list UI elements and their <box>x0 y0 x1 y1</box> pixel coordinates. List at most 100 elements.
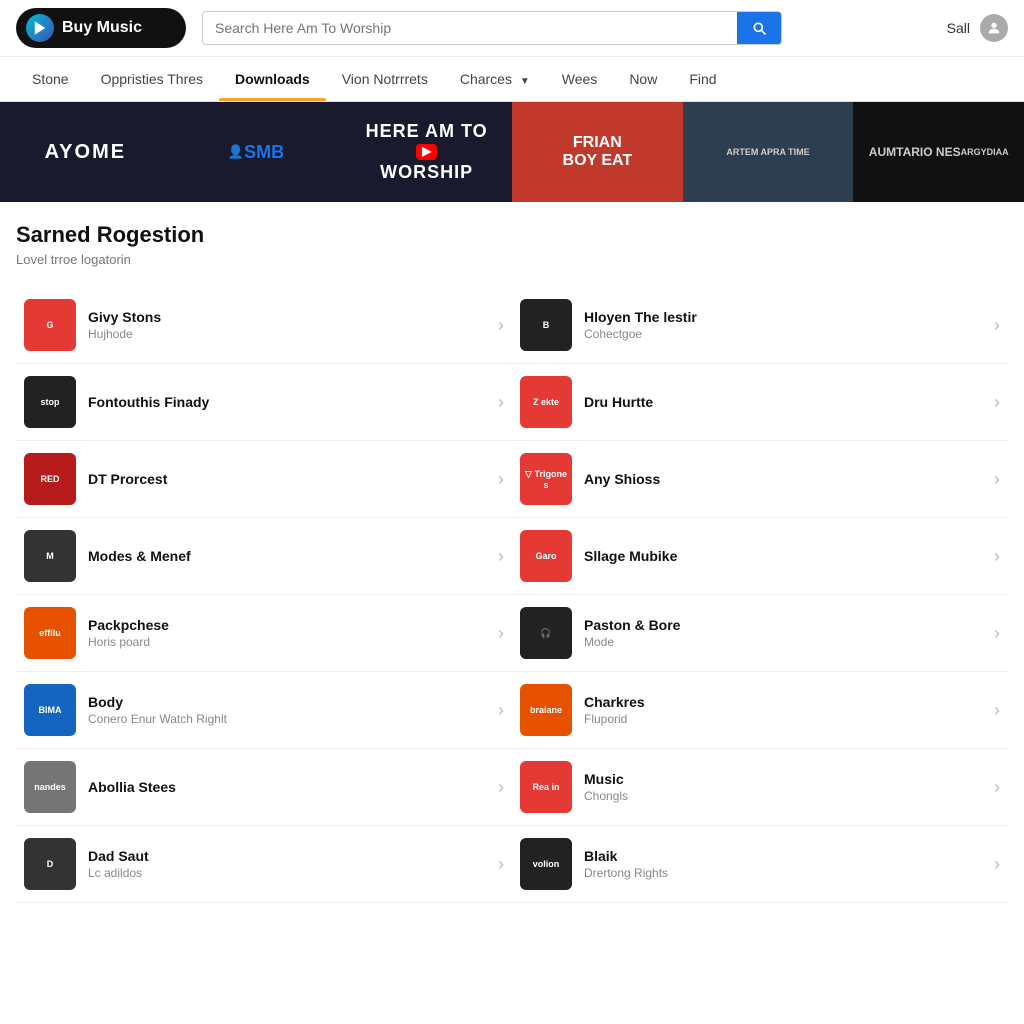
item-thumbnail: Garo <box>520 530 572 582</box>
item-info: Fontouthis Finady <box>88 394 490 410</box>
user-avatar[interactable] <box>980 14 1008 42</box>
header-right: Sall <box>947 14 1008 42</box>
list-item[interactable]: volion Blaik Drertong Rights › <box>512 826 1008 903</box>
list-item[interactable]: RED DT Prorcest › <box>16 441 512 518</box>
banner-item-ayome[interactable]: AYOME <box>0 102 171 202</box>
item-subtitle: Lc adildos <box>88 866 490 880</box>
items-grid: G Givy Stons Hujhode › B Hloyen The lest… <box>16 287 1008 903</box>
item-name: Dru Hurtte <box>584 394 986 410</box>
chevron-right-icon: › <box>498 623 504 644</box>
chevron-right-icon: › <box>498 777 504 798</box>
item-subtitle: Mode <box>584 635 986 649</box>
item-info: Blaik Drertong Rights <box>584 848 986 880</box>
item-name: Paston & Bore <box>584 617 986 633</box>
nav-vion[interactable]: Vion Notrrrets <box>326 57 444 101</box>
chevron-right-icon: › <box>498 315 504 336</box>
item-name: Modes & Menef <box>88 548 490 564</box>
search-input[interactable] <box>203 12 737 44</box>
item-info: Any Shioss <box>584 471 986 487</box>
section-subtitle: Lovel trroe logatorin <box>16 252 1008 267</box>
list-item[interactable]: BIMA Body Conero Enur Watch Righlt › <box>16 672 512 749</box>
banner: AYOME 👤 SMB HERE AM TO ▶ WORSHIP FRIANBO… <box>0 102 1024 202</box>
item-info: Hloyen The lestir Cohectgoe <box>584 309 986 341</box>
search-button[interactable] <box>737 12 781 44</box>
item-name: Music <box>584 771 986 787</box>
item-info: Sllage Mubike <box>584 548 986 564</box>
item-info: Paston & Bore Mode <box>584 617 986 649</box>
banner-item-person[interactable]: ARTEM APRA TIME <box>683 102 854 202</box>
item-subtitle: Horis poard <box>88 635 490 649</box>
item-thumbnail: effilu <box>24 607 76 659</box>
list-item[interactable]: D Dad Saut Lc adildos › <box>16 826 512 903</box>
item-name: Abollia Stees <box>88 779 490 795</box>
nav-oppristies[interactable]: Oppristies Thres <box>85 57 219 101</box>
item-subtitle: Conero Enur Watch Righlt <box>88 712 490 726</box>
item-name: Givy Stons <box>88 309 490 325</box>
logo-icon <box>26 14 54 42</box>
item-info: Givy Stons Hujhode <box>88 309 490 341</box>
item-subtitle: Cohectgoe <box>584 327 986 341</box>
item-info: Dad Saut Lc adildos <box>88 848 490 880</box>
item-name: Charkres <box>584 694 986 710</box>
item-name: Sllage Mubike <box>584 548 986 564</box>
item-thumbnail: Z ekte <box>520 376 572 428</box>
chevron-right-icon: › <box>994 700 1000 721</box>
list-item[interactable]: nandes Abollia Stees › <box>16 749 512 826</box>
item-thumbnail: 🎧 <box>520 607 572 659</box>
chevron-right-icon: › <box>994 777 1000 798</box>
chevron-right-icon: › <box>498 854 504 875</box>
item-thumbnail: D <box>24 838 76 890</box>
chevron-right-icon: › <box>994 854 1000 875</box>
nav-charces[interactable]: Charces ▼ <box>444 57 546 101</box>
item-name: Hloyen The lestir <box>584 309 986 325</box>
list-item[interactable]: G Givy Stons Hujhode › <box>16 287 512 364</box>
item-info: Modes & Menef <box>88 548 490 564</box>
chevron-right-icon: › <box>498 546 504 567</box>
item-thumbnail: G <box>24 299 76 351</box>
item-info: Abollia Stees <box>88 779 490 795</box>
item-name: Any Shioss <box>584 471 986 487</box>
list-item[interactable]: braiane Charkres Fluporid › <box>512 672 1008 749</box>
item-name: Body <box>88 694 490 710</box>
list-item[interactable]: ▽ Trigones Any Shioss › <box>512 441 1008 518</box>
list-item[interactable]: M Modes & Menef › <box>16 518 512 595</box>
item-info: Dru Hurtte <box>584 394 986 410</box>
banner-item-frian[interactable]: FRIANBOY EAT <box>512 102 683 202</box>
search-bar <box>202 11 782 45</box>
nav-wees[interactable]: Wees <box>546 57 614 101</box>
logo-text: Buy Music <box>62 19 142 37</box>
list-item[interactable]: Rea in Music Chongls › <box>512 749 1008 826</box>
nav-now[interactable]: Now <box>613 57 673 101</box>
chevron-right-icon: › <box>498 700 504 721</box>
nav-find[interactable]: Find <box>673 57 732 101</box>
item-info: Body Conero Enur Watch Righlt <box>88 694 490 726</box>
item-info: Packpchese Horis poard <box>88 617 490 649</box>
item-thumbnail: volion <box>520 838 572 890</box>
main-content: Sarned Rogestion Lovel trroe logatorin G… <box>0 202 1024 923</box>
list-item[interactable]: 🎧 Paston & Bore Mode › <box>512 595 1008 672</box>
list-item[interactable]: Z ekte Dru Hurtte › <box>512 364 1008 441</box>
banner-item-aumtario[interactable]: AUMTARIO NESARGYDIAA <box>853 102 1024 202</box>
nav-stone[interactable]: Stone <box>16 57 85 101</box>
list-item[interactable]: stop Fontouthis Finady › <box>16 364 512 441</box>
logo[interactable]: Buy Music <box>16 8 186 48</box>
chevron-right-icon: › <box>994 623 1000 644</box>
banner-item-worship[interactable]: HERE AM TO ▶ WORSHIP <box>341 102 512 202</box>
chevron-right-icon: › <box>994 392 1000 413</box>
item-info: DT Prorcest <box>88 471 490 487</box>
item-name: Blaik <box>584 848 986 864</box>
item-thumbnail: RED <box>24 453 76 505</box>
chevron-right-icon: › <box>994 469 1000 490</box>
item-thumbnail: BIMA <box>24 684 76 736</box>
list-item[interactable]: Garo Sllage Mubike › <box>512 518 1008 595</box>
banner-item-smb[interactable]: 👤 SMB <box>171 102 342 202</box>
item-subtitle: Chongls <box>584 789 986 803</box>
chevron-right-icon: › <box>994 315 1000 336</box>
item-subtitle: Fluporid <box>584 712 986 726</box>
list-item[interactable]: B Hloyen The lestir Cohectgoe › <box>512 287 1008 364</box>
nav-downloads[interactable]: Downloads <box>219 57 326 101</box>
item-info: Charkres Fluporid <box>584 694 986 726</box>
user-name: Sall <box>947 20 970 36</box>
chevron-right-icon: › <box>498 469 504 490</box>
list-item[interactable]: effilu Packpchese Horis poard › <box>16 595 512 672</box>
